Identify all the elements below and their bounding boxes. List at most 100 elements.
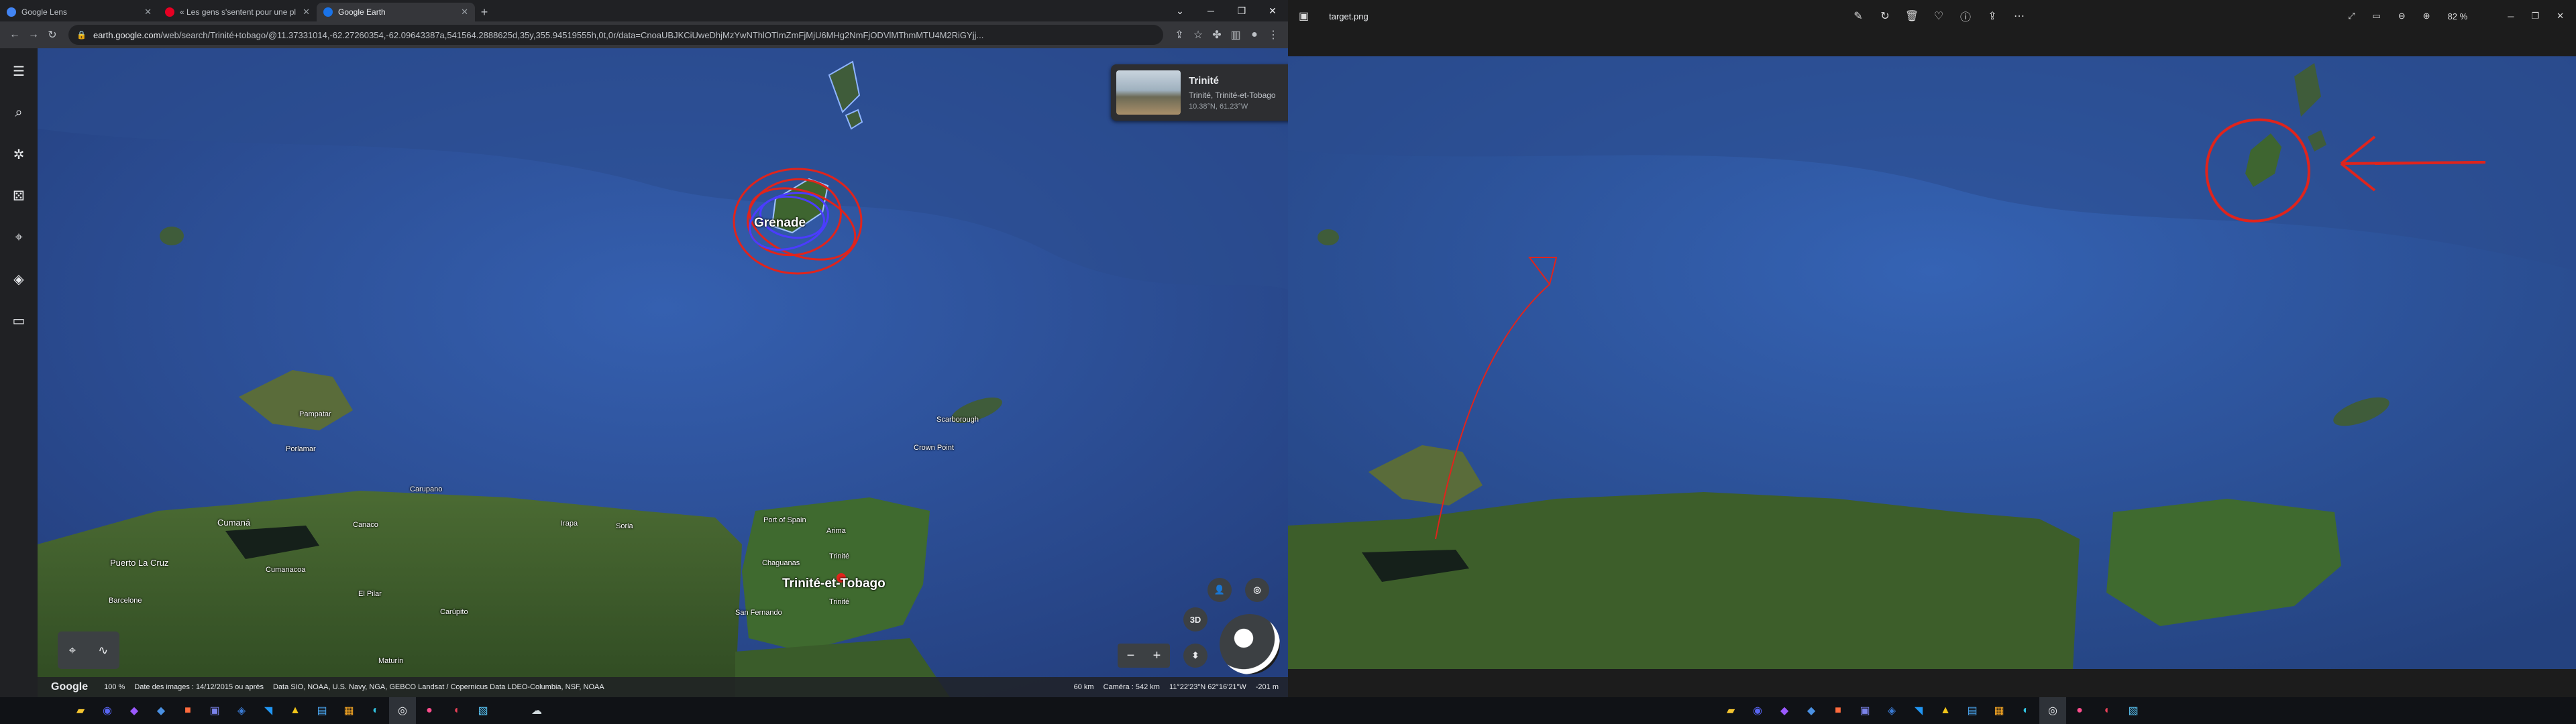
chrome-icon[interactable]: ◎ — [2039, 697, 2066, 724]
rotate-icon[interactable]: ↻ — [1872, 9, 1898, 23]
map-label[interactable]: San Fernando — [735, 609, 782, 617]
map-label[interactable]: Pampatar — [299, 410, 331, 418]
tab-pinterest[interactable]: « Les gens s'sentent pour une pl ✕ — [158, 3, 317, 21]
my-location-icon[interactable]: ◎ — [1245, 578, 1269, 602]
side-panel-icon[interactable]: ▥ — [1226, 25, 1245, 44]
close-tab-icon[interactable]: ✕ — [144, 7, 152, 17]
forward-icon[interactable]: → — [24, 25, 43, 44]
path-icon[interactable]: ∿ — [98, 644, 108, 658]
measure-ruler-icon[interactable]: ▭ — [5, 307, 32, 334]
close-window-icon[interactable]: ✕ — [1257, 0, 1288, 21]
vscode-icon[interactable]: ◥ — [1905, 697, 1932, 724]
favorite-heart-icon[interactable]: ♡ — [1925, 9, 1952, 23]
mini-globe[interactable] — [1220, 614, 1280, 674]
map-label[interactable]: Canaco — [353, 521, 378, 529]
zoom-in-icon[interactable]: ⊕ — [2423, 11, 2430, 21]
edit-icon[interactable]: ✎ — [1845, 9, 1872, 23]
profile-avatar-icon[interactable]: ● — [1245, 25, 1264, 44]
map-label[interactable]: Trinité-et-Tobago — [782, 577, 885, 591]
app-icon[interactable]: ● — [2066, 697, 2093, 724]
tab-search-icon[interactable]: ⌄ — [1165, 0, 1195, 21]
reload-icon[interactable]: ↻ — [43, 25, 62, 44]
map-label[interactable]: Crown Point — [914, 444, 954, 452]
map-label[interactable]: El Pilar — [358, 590, 382, 598]
delete-icon[interactable]: 🗑 — [1898, 9, 1925, 23]
close-window-icon[interactable]: ✕ — [2557, 11, 2564, 21]
discord-icon[interactable]: ◉ — [1744, 697, 1771, 724]
app-icon[interactable]: ■ — [1825, 697, 1851, 724]
maximize-icon[interactable]: ❐ — [2531, 11, 2539, 21]
map-label[interactable]: Puerto La Cruz — [110, 558, 168, 568]
fullscreen-icon[interactable]: ⤢ — [2348, 11, 2355, 21]
map-style-layers-icon[interactable]: ◈ — [5, 265, 32, 292]
teams-icon[interactable]: ▣ — [201, 697, 228, 724]
place-info-card[interactable]: Trinité Trinité, Trinité-et-Tobago 10.38… — [1111, 64, 1288, 121]
map-label[interactable]: Irapa — [561, 520, 578, 528]
app-icon[interactable]: ▤ — [309, 697, 335, 724]
app-icon[interactable]: ◆ — [1798, 697, 1825, 724]
info-icon[interactable]: ⓘ — [1952, 8, 1979, 24]
search-icon[interactable]: ⌕ — [5, 99, 32, 126]
new-tab-button[interactable]: + — [475, 3, 494, 21]
app-icon[interactable]: ◆ — [121, 697, 148, 724]
map-label[interactable]: Grenade — [754, 216, 806, 231]
map-label[interactable]: Maturín — [378, 657, 403, 665]
discord-icon[interactable]: ◉ — [94, 697, 121, 724]
close-tab-icon[interactable]: ✕ — [303, 7, 310, 17]
app-icon[interactable]: ◈ — [1878, 697, 1905, 724]
tab-google-earth[interactable]: Google Earth ✕ — [317, 3, 475, 21]
toggle-3d-button[interactable]: 3D — [1183, 607, 1208, 631]
app-icon[interactable]: ■ — [174, 697, 201, 724]
app-icon[interactable]: ▦ — [1986, 697, 2012, 724]
site-info-icon[interactable]: 🔒 — [76, 30, 87, 40]
zoom-out-icon[interactable]: ⊖ — [2398, 11, 2406, 21]
app-icon[interactable]: ▤ — [1959, 697, 1986, 724]
extensions-icon[interactable]: ✤ — [1208, 25, 1226, 44]
map-label[interactable]: Porlamar — [286, 445, 316, 453]
close-tab-icon[interactable]: ✕ — [461, 7, 468, 17]
map-label[interactable]: Carupano — [410, 485, 442, 493]
share-icon[interactable]: ⇪ — [1170, 25, 1189, 44]
feeling-lucky-dice-icon[interactable]: ⚄ — [5, 182, 32, 209]
app-icon[interactable]: ▲ — [282, 697, 309, 724]
voyager-icon[interactable]: ✲ — [5, 141, 32, 168]
app-icon[interactable]: ● — [416, 697, 443, 724]
photos-icon[interactable]: ▧ — [2120, 697, 2147, 724]
zoom-out-button[interactable]: − — [1118, 644, 1144, 668]
maximize-icon[interactable]: ❐ — [1226, 0, 1257, 21]
target-image[interactable] — [1288, 56, 2576, 669]
tab-google-lens[interactable]: Google Lens ✕ — [0, 3, 158, 21]
map-label[interactable]: Port of Spain — [763, 516, 806, 524]
teams-icon[interactable]: ▣ — [1851, 697, 1878, 724]
map-label[interactable]: Trinité — [829, 552, 849, 560]
map-label[interactable]: Scarborough — [936, 416, 979, 424]
menu-kebab-icon[interactable]: ⋮ — [1264, 25, 1283, 44]
map-label[interactable]: Carúpito — [440, 608, 468, 616]
weather-icon[interactable]: ☁ — [523, 697, 550, 724]
gallery-icon[interactable]: ▣ — [1299, 9, 1309, 23]
place-thumbnail[interactable] — [1116, 70, 1181, 115]
app-icon[interactable]: ◆ — [148, 697, 174, 724]
app-icon[interactable]: ◆ — [1771, 697, 1798, 724]
map-label[interactable]: Barcelone — [109, 597, 142, 605]
share-icon[interactable]: ⇪ — [1979, 9, 2006, 23]
filmstrip-icon[interactable]: ▭ — [2372, 11, 2380, 21]
map-label[interactable]: Cumanacoa — [266, 566, 305, 574]
address-bar[interactable]: 🔒 earth.google.com /web/search/Trinité+t… — [68, 25, 1163, 45]
map-label[interactable]: Chaguanas — [762, 559, 800, 567]
app-icon[interactable]: ▦ — [335, 697, 362, 724]
file-explorer-icon[interactable]: ▰ — [67, 697, 94, 724]
map-label[interactable]: Arima — [826, 527, 846, 535]
satellite-map[interactable]: Grenade Pampatar Porlamar Carupano Cuman… — [38, 48, 1288, 697]
vscode-icon[interactable]: ◥ — [255, 697, 282, 724]
map-label[interactable]: Soria — [616, 522, 633, 530]
app-icon[interactable]: ◐ — [2012, 697, 2039, 724]
file-explorer-icon[interactable]: ▰ — [1717, 697, 1744, 724]
app-icon[interactable]: ◈ — [228, 697, 255, 724]
photos-icon[interactable]: ▧ — [470, 697, 496, 724]
back-icon[interactable]: ← — [5, 25, 24, 44]
map-label[interactable]: Cumaná — [217, 518, 250, 528]
street-view-pegman-icon[interactable]: 👤 — [1208, 578, 1232, 602]
minimize-icon[interactable]: ─ — [2508, 11, 2514, 21]
map-label[interactable]: Trinité — [829, 598, 849, 606]
